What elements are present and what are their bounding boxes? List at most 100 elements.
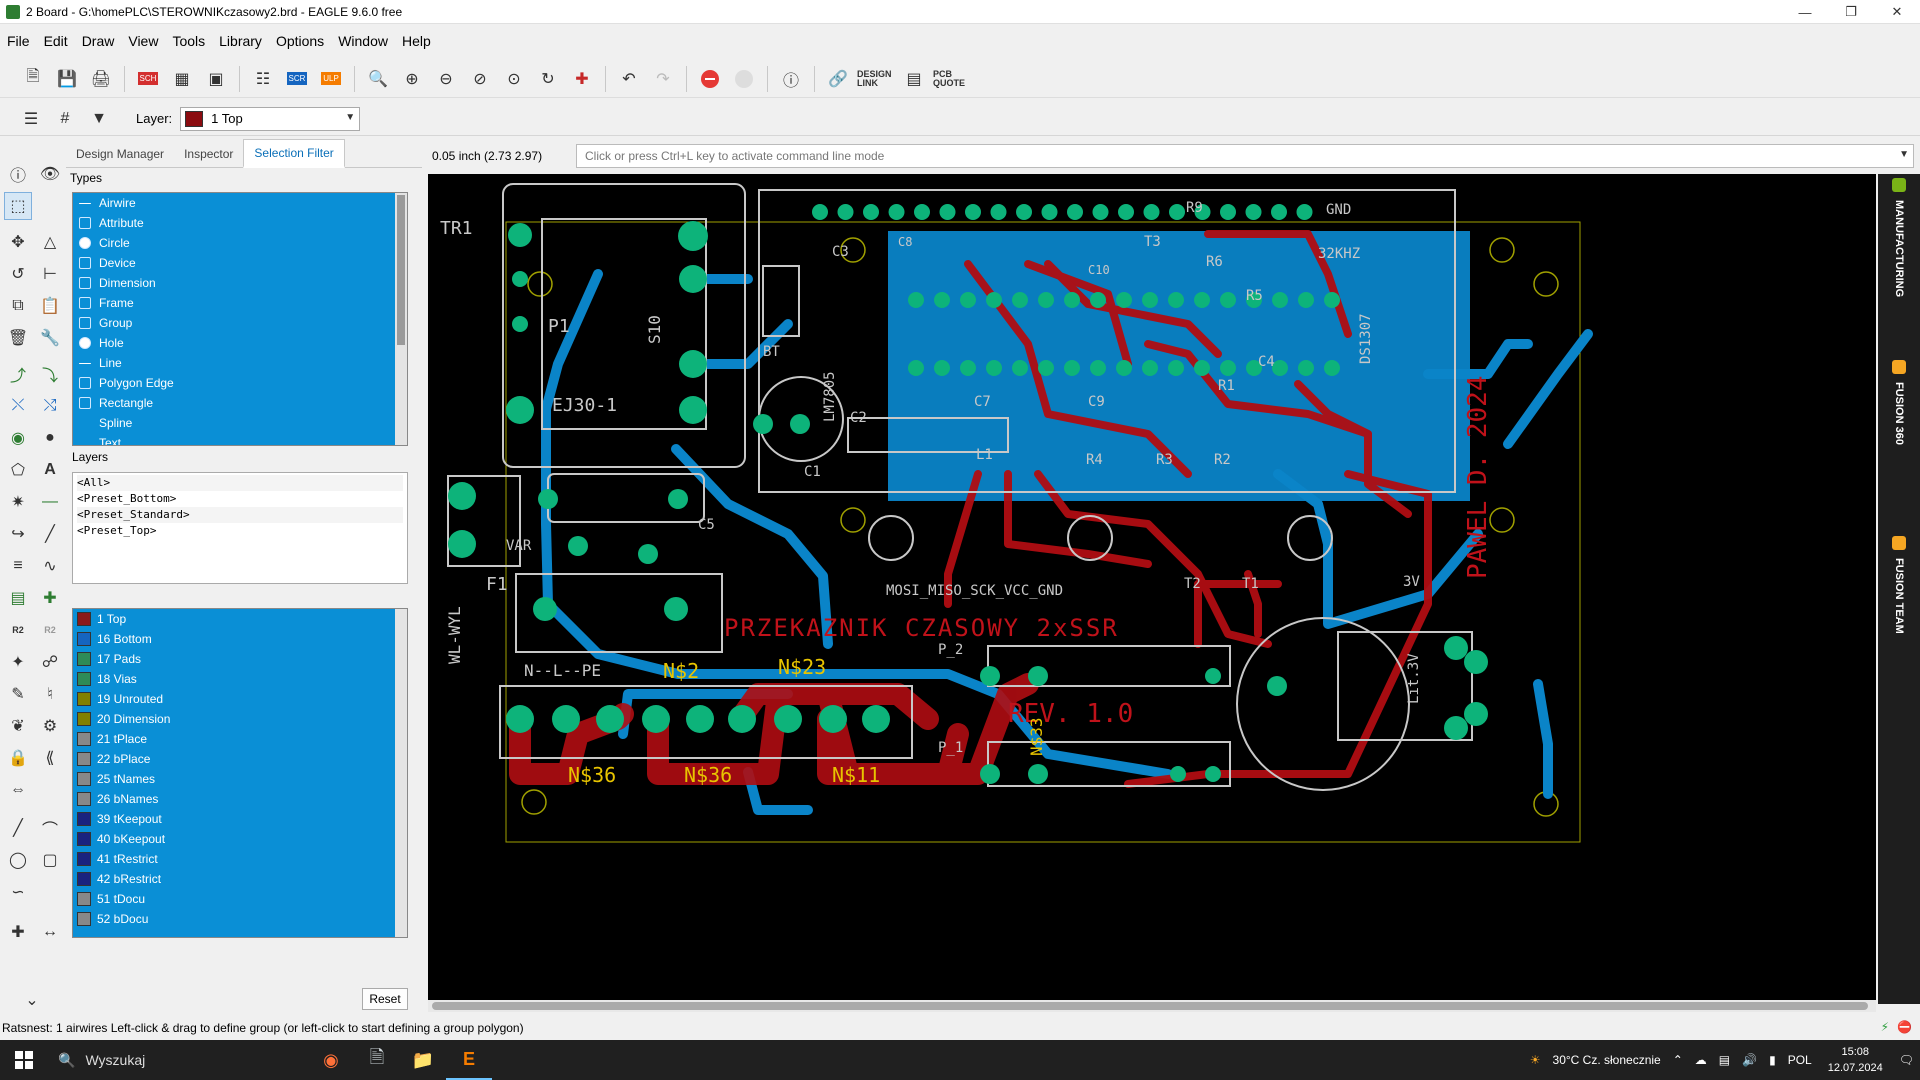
rail-fusion-360[interactable]: FUSION 360 [1884,360,1914,445]
help-icon[interactable]: ⓘ [777,65,805,93]
chevron-down-icon[interactable]: ⌄ [18,986,46,1014]
volume-icon[interactable]: 🔊 [1742,1053,1757,1067]
layer-list-item[interactable]: 17 Pads [73,649,407,669]
smash-icon[interactable]: ✦ [4,648,32,676]
scrollbar-thumb[interactable] [432,1002,1868,1010]
measure-icon[interactable]: ↔ [36,918,64,946]
layer-select[interactable]: 1 Top ▼ [180,106,361,131]
layer-list-item[interactable]: 16 Bottom [73,629,407,649]
rail-fusion-team[interactable]: FUSION TEAM [1884,536,1914,634]
chevron-down-icon[interactable]: ▼ [1899,149,1909,160]
firefox-icon[interactable]: ◉ [308,1040,354,1080]
lightning-icon[interactable]: ⚡ [1881,1020,1889,1034]
preset-item[interactable]: <Preset_Bottom> [77,491,403,507]
via-icon[interactable]: ◉ [4,424,32,452]
layer-list-item[interactable]: 51 tDocu [73,889,407,909]
menu-view[interactable]: View [121,33,165,49]
list-item[interactable]: Airwire [73,193,407,213]
layer-list-item[interactable]: 21 tPlace [73,729,407,749]
schematic-switch-icon[interactable]: SCH [134,65,162,93]
reset-button[interactable]: Reset [362,988,408,1010]
lock-icon[interactable]: 🔒 [4,744,32,772]
canvas-scrollbar[interactable] [428,1000,1876,1012]
zoom-out-icon[interactable]: ⊖ [432,65,460,93]
tab-design-manager[interactable]: Design Manager [66,141,174,167]
pcb-quote-button[interactable]: PCB QUOTE [933,69,973,88]
scrollbar-thumb[interactable] [397,195,405,345]
chevron-up-icon[interactable]: ⌃ [1673,1053,1683,1067]
preset-item[interactable]: <Preset_Standard> [77,507,403,523]
list-item[interactable]: Line [73,353,407,373]
list-item[interactable]: Frame [73,293,407,313]
list-item[interactable]: Spline [73,413,407,433]
tab-selection-filter[interactable]: Selection Filter [243,139,345,168]
rotate-icon[interactable]: ↺ [4,260,32,288]
command-line-input[interactable]: Click or press Ctrl+L key to activate co… [576,144,1914,168]
zoom-select-icon[interactable]: ⊘ [466,65,494,93]
menu-file[interactable]: File [0,33,37,49]
weather-icon[interactable]: ☀ [1530,1053,1541,1067]
paste-icon[interactable]: 📋 [36,292,64,320]
redo-icon[interactable]: ↷ [649,65,677,93]
print-icon[interactable]: 🖨 [87,65,115,93]
pcb-drawing[interactable]: TR1 P1 EJ30-1 BT C1 C2 C3 C4 C5 C7 C8 C9… [428,174,1876,1000]
spline-icon[interactable]: ∽ [4,878,32,906]
layer-list-item[interactable]: 20 Dimension [73,709,407,729]
layer-settings-icon[interactable]: ☰ [17,105,45,133]
zoom-fit-icon[interactable]: 🔍 [364,65,392,93]
list-item[interactable]: Group [73,313,407,333]
ripup-icon[interactable]: ⤵ [36,360,64,388]
autoroute-icon[interactable]: ⤬ [4,392,32,420]
list-item[interactable]: Rectangle [73,393,407,413]
hole-icon[interactable]: ● [36,424,64,452]
bracket-icon[interactable]: ⟪ [36,744,64,772]
layer-list-item[interactable]: 18 Vias [73,669,407,689]
grid-icon[interactable]: # [51,105,79,133]
tag-icon[interactable]: ♮ [36,680,64,708]
rectangle-icon[interactable]: ▢ [36,846,64,874]
restore-icon[interactable]: ❐ [1828,0,1874,24]
optimize-icon[interactable]: ⤭ [36,392,64,420]
filter-icon[interactable]: ▼ [85,105,113,133]
menu-help[interactable]: Help [395,33,438,49]
script-icon[interactable]: SCR [283,65,311,93]
minimize-icon[interactable]: — [1782,0,1828,24]
layer-list-item[interactable]: 40 bKeepout [73,829,407,849]
layer-presets[interactable]: <All> <Preset_Bottom> <Preset_Standard> … [72,472,408,584]
menu-draw[interactable]: Draw [75,33,122,49]
ulp-icon[interactable]: ULP [317,65,345,93]
mark-icon[interactable]: ✚ [4,918,32,946]
move-icon[interactable]: ✥ [4,228,32,256]
layer-list-item[interactable]: 22 bPlace [73,749,407,769]
list-item[interactable]: Hole [73,333,407,353]
stop-icon[interactable]: ⛔ [1897,1020,1912,1034]
go-icon[interactable] [730,65,758,93]
notepad-icon[interactable]: 🗎 [354,1040,400,1080]
layer-list-scrollbar[interactable] [395,609,407,937]
change-icon[interactable]: ☍ [36,648,64,676]
menu-edit[interactable]: Edit [37,33,75,49]
types-scrollbar[interactable] [395,193,407,445]
start-button[interactable] [0,1040,48,1080]
design-link-button[interactable]: DESIGN LINK [857,69,897,88]
layer-list-item[interactable]: 26 bNames [73,789,407,809]
layer-list-item[interactable]: 25 tNames [73,769,407,789]
stop-icon[interactable] [696,65,724,93]
types-list[interactable]: Airwire Attribute Circle Device Dimensio… [72,192,408,446]
delete-icon[interactable]: 🗑 [4,324,32,352]
miter-icon[interactable]: ╱ [36,520,64,548]
text-icon[interactable]: A [36,456,64,484]
line-icon[interactable]: ╱ [4,814,32,842]
mirror-icon[interactable]: △ [36,228,64,256]
zoom-in-icon[interactable]: ⊕ [398,65,426,93]
preset-item[interactable]: <All> [77,475,403,491]
layer-list-item[interactable]: 41 tRestrict [73,849,407,869]
list-item[interactable]: Attribute [73,213,407,233]
library-icon[interactable]: ☷ [249,65,277,93]
layer-list[interactable]: 1 Top 16 Bottom 17 Pads 18 Vias 19 Unrouted 2… [72,608,408,938]
list-item[interactable]: Device [73,253,407,273]
menu-tools[interactable]: Tools [165,33,212,49]
redraw-icon[interactable]: ↻ [534,65,562,93]
board-canvas[interactable]: TR1 P1 EJ30-1 BT C1 C2 C3 C4 C5 C7 C8 C9… [428,174,1876,1000]
close-icon[interactable]: ✕ [1874,0,1920,24]
